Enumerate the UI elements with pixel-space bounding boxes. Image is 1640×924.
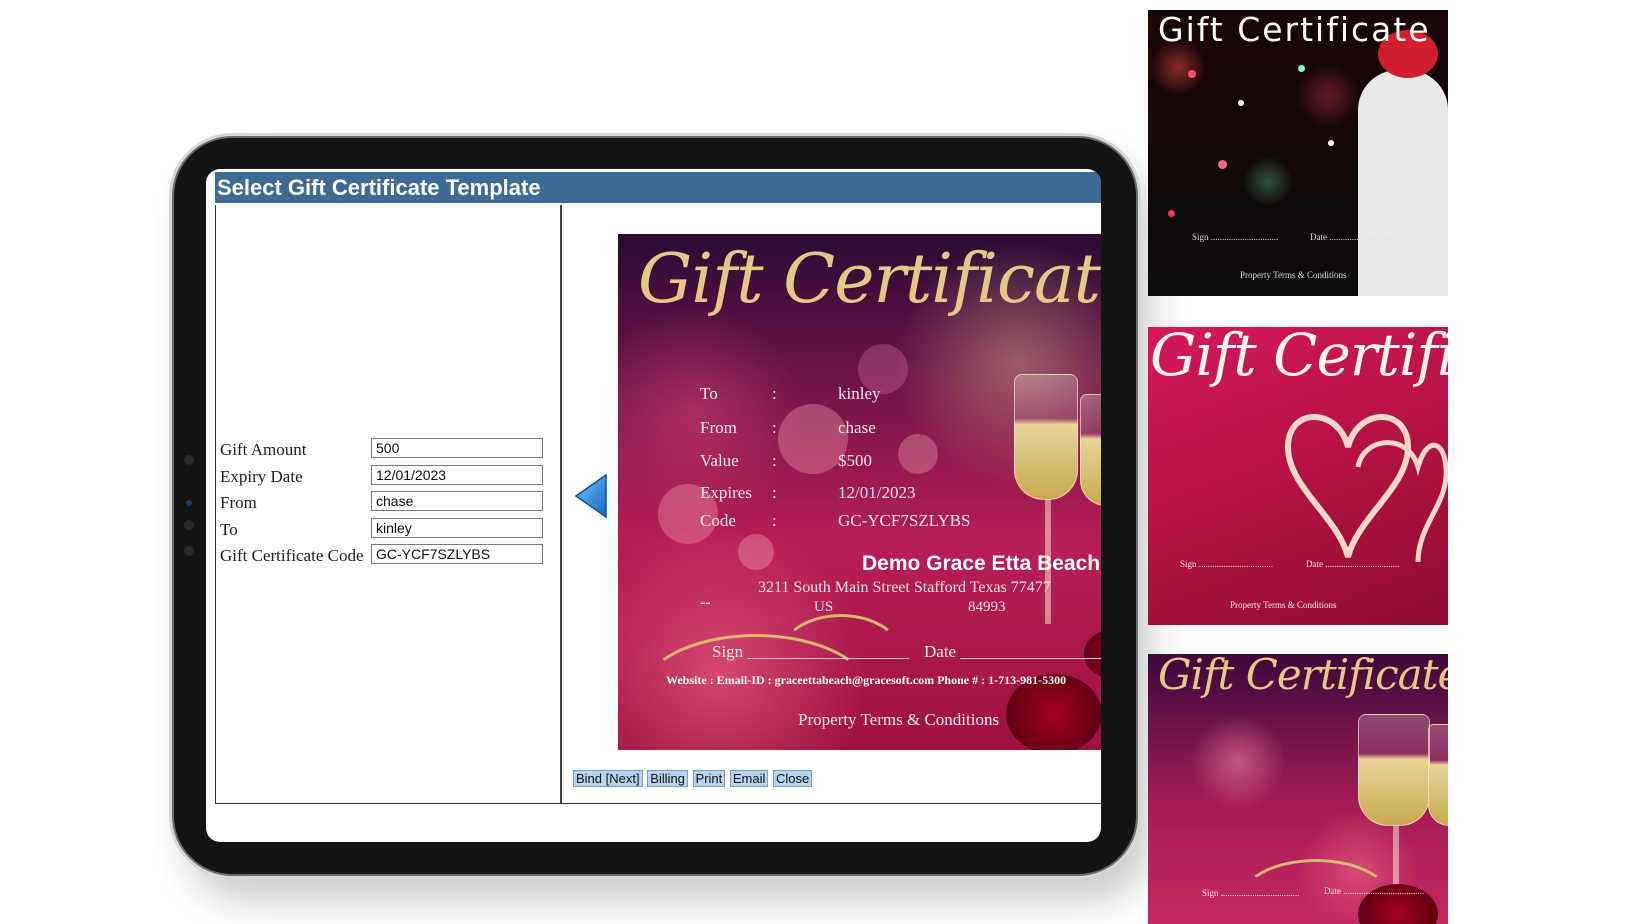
close-button[interactable]: Close	[773, 770, 813, 787]
sparkle	[1168, 210, 1175, 217]
thumbnail-sign: Sign ..............................	[1192, 232, 1279, 242]
row-sep: :	[772, 511, 777, 530]
business-zip-extra: 84993	[968, 599, 1006, 615]
to-input[interactable]	[371, 517, 543, 538]
row-key: Value	[700, 451, 739, 470]
sparkle	[1188, 70, 1196, 78]
thumbnail-sign: Sign .................................	[1180, 559, 1274, 569]
sign-underline: ___________________	[747, 642, 909, 661]
row-value: 12/01/2023	[838, 483, 916, 502]
sparkle	[1238, 100, 1244, 106]
expiry-date-label: Expiry Date	[220, 466, 303, 486]
row-sep: :	[772, 418, 777, 437]
to-label: To	[220, 519, 238, 539]
thumbnail-title: Gift Certificate	[1158, 10, 1431, 49]
ribbon-hearts-icon	[1284, 414, 1448, 563]
bokeh-light	[738, 534, 774, 570]
business-name: Demo Grace Etta Beach	[862, 552, 1101, 575]
thumbnail-terms: Property Terms & Conditions	[1240, 270, 1347, 280]
tablet-side-dot	[184, 546, 194, 556]
sparkle	[1298, 65, 1305, 72]
template-thumbnail-wine[interactable]: Gift Certificate Sign ..................…	[1148, 654, 1448, 924]
row-value: GC-YCF7SZLYBS	[838, 511, 971, 530]
certificate-row-expires: Expires: 12/01/2023	[700, 483, 915, 503]
certificate-row-from: From: chase	[700, 418, 876, 438]
template-thumbnail-hearts[interactable]: Gift Certificate Sign ..................…	[1148, 327, 1448, 625]
certificate-row-code: Code: GC-YCF7SZLYBS	[700, 511, 970, 531]
child-figure	[1358, 70, 1448, 296]
thumbnail-date: Date ...................................…	[1324, 886, 1425, 896]
bokeh-light	[898, 434, 938, 474]
thumbnail-title: Gift Certificate	[1158, 654, 1448, 699]
sign-label: Sign	[712, 642, 744, 661]
gift-certificate-code-input[interactable]	[371, 544, 543, 565]
row-key: To	[700, 384, 718, 403]
certificate-row-to: To: kinley	[700, 384, 881, 404]
from-input[interactable]	[371, 491, 543, 512]
billing-button[interactable]: Billing	[647, 770, 688, 787]
certificate-preview: Gift Certificate To: kinley From: chase Va…	[618, 234, 1101, 750]
date-underline: ___________________	[960, 642, 1101, 661]
gift-amount-label: Gift Amount	[220, 440, 307, 459]
window-title: Select Gift Certificate Template	[215, 172, 1101, 203]
thumbnail-terms: Property Terms & Conditions	[1230, 600, 1337, 610]
row-key: Expires	[700, 483, 752, 502]
row-value: chase	[838, 418, 876, 437]
wine-glass	[1014, 374, 1078, 500]
tablet-side-dot	[184, 520, 194, 530]
row-value: kinley	[838, 384, 881, 403]
thumbnail-sign: Sign ...................................	[1202, 888, 1300, 898]
row-sep: :	[772, 483, 777, 502]
expiry-date-input[interactable]	[371, 464, 543, 485]
gift-certificate-code-label: Gift Certificate Code	[220, 546, 364, 566]
row-value: $500	[838, 451, 872, 470]
certificate-title: Gift Certificate	[638, 240, 1101, 319]
bind-next-button[interactable]: Bind [Next]	[573, 770, 643, 787]
wine-glass	[1080, 394, 1101, 506]
row-key: From	[700, 418, 737, 437]
row-key: Code	[700, 511, 736, 530]
business-country: US	[814, 599, 834, 615]
tablet-camera-dot	[186, 500, 192, 506]
wine-glass	[1358, 714, 1430, 826]
sparkle	[1218, 160, 1227, 169]
tablet-side-dot	[184, 455, 194, 465]
thumbnail-date: Date .................................	[1306, 559, 1400, 569]
thumbnail-title: Gift Certificate	[1150, 327, 1448, 389]
address-dash: --	[700, 594, 711, 611]
business-address: 3211 South Main Street Stafford Texas 77…	[758, 579, 1051, 596]
email-button[interactable]: Email	[729, 770, 769, 787]
action-bar: Bind [Next] Billing Print Email Close	[573, 770, 813, 787]
certificate-row-value: Value: $500	[700, 451, 872, 471]
tablet-screen: Select Gift Certificate Template Gift Am…	[206, 169, 1101, 842]
wine-glass	[1428, 724, 1448, 826]
sign-line: Sign ___________________	[712, 642, 909, 662]
sparkle	[1328, 140, 1334, 146]
template-thumbnail-christmas[interactable]: Gift Certificate Sign ..................…	[1148, 10, 1448, 296]
previous-arrow-icon[interactable]	[574, 473, 608, 524]
date-line: Date ___________________	[924, 642, 1101, 662]
print-button[interactable]: Print	[692, 770, 726, 787]
preview-panel: Gift Certificate To: kinley From: chase Va…	[562, 205, 1101, 804]
contact-info: Website : Email-ID : graceettabeach@grac…	[666, 673, 1067, 687]
thumbnail-date: Date ..............................	[1310, 232, 1397, 242]
row-sep: :	[772, 451, 777, 470]
form-panel: Gift Amount Expiry Date From To Gift Cer…	[215, 205, 562, 804]
from-label: From	[220, 493, 257, 513]
property-terms-link[interactable]: Property Terms & Conditions	[798, 710, 999, 730]
date-label: Date	[924, 642, 957, 661]
row-sep: :	[772, 384, 777, 403]
gift-amount-input[interactable]	[371, 438, 543, 458]
